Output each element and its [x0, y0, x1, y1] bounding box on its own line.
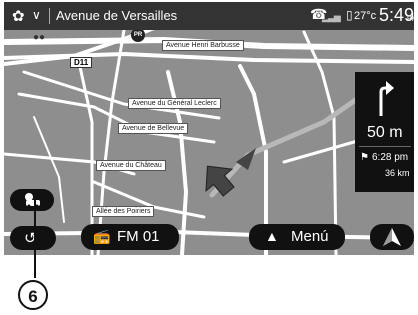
outside-temperature: 27°c — [354, 10, 377, 22]
divider — [359, 146, 411, 147]
poi-badge: PR — [131, 28, 145, 42]
street-label: Avenue du Général Leclerc — [128, 98, 221, 109]
arrival-time: 6:28 pm — [372, 152, 409, 163]
turn-distance: 50 m — [367, 124, 403, 141]
menu-label: Menú — [291, 228, 329, 245]
chevron-down-icon[interactable]: ∨ — [32, 8, 41, 22]
radio-station-label: FM 01 — [117, 228, 160, 245]
callout-line — [34, 190, 36, 278]
menu-button[interactable]: ▲ Menú — [249, 224, 345, 250]
turn-guidance-panel[interactable]: 50 m ⚑ 6:28 pm 36 km — [355, 72, 414, 192]
traffic-info-button[interactable] — [10, 189, 54, 211]
navigation-screen: ●● PR D11 Avenue Henri Barbusse Avenue d… — [4, 2, 414, 255]
settings-gear-icon[interactable]: ✿ — [12, 7, 25, 25]
turn-right-arrow-icon — [379, 81, 394, 116]
navigation-triangle-icon: ▲ — [265, 228, 279, 244]
current-street: Avenue de Versailles — [56, 8, 178, 23]
radio-icon: 📻 — [93, 228, 111, 244]
traffic-car-icon — [25, 193, 40, 208]
thermometer-icon: ▯ — [346, 8, 353, 22]
signal-strength-icon: ▂▃▅ — [322, 12, 341, 22]
street-label: Avenue du Château — [96, 160, 166, 171]
navigation-mode-button[interactable] — [370, 224, 414, 250]
street-label: Avenue de Bellevue — [118, 123, 189, 134]
divider — [49, 8, 50, 24]
street-label: Avenue Henri Barbusse — [162, 40, 244, 51]
back-button[interactable]: ↺ — [10, 226, 56, 250]
compass-arrow-icon — [383, 228, 401, 246]
destination-flag-icon: ⚑ — [360, 152, 369, 163]
status-bar: ✿ ∨ Avenue de Versailles ☎ ▂▃▅ ▯ 27°c 5:… — [4, 2, 414, 30]
street-label: Allée des Poiriers — [92, 206, 155, 217]
remaining-distance: 36 km — [385, 168, 410, 178]
map-weather-icon: ●● — [33, 32, 46, 43]
clock-ampm: PM — [407, 16, 414, 23]
callout-number: 6 — [18, 280, 48, 310]
radio-source-button[interactable]: 📻 FM 01 — [81, 224, 179, 250]
road-number-label: D11 — [70, 57, 93, 68]
